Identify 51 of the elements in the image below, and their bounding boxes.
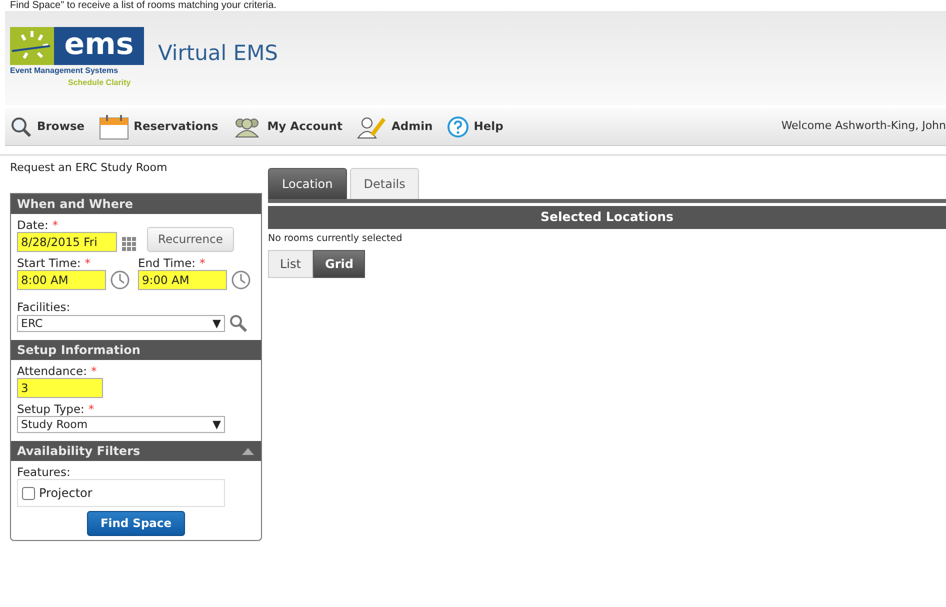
field-label: Start Time: xyxy=(17,256,81,270)
instruction-text: Find Space" to receive a list of rooms matching your criteria. xyxy=(9,0,278,11)
search-icon xyxy=(10,116,32,138)
calendar-icon xyxy=(98,114,129,140)
required-mark: * xyxy=(200,256,206,270)
person-pen-icon xyxy=(356,114,386,138)
welcome-text: Welcome Ashworth-King, John xyxy=(781,118,946,134)
checkbox[interactable] xyxy=(22,486,35,500)
input-field[interactable]: 8:00 AM xyxy=(17,270,106,290)
field-label: Features: xyxy=(17,465,72,479)
required-mark: * xyxy=(88,402,94,416)
field-label: Date: xyxy=(17,218,48,232)
logo-text: ems xyxy=(54,27,144,65)
tab[interactable]: Details xyxy=(350,168,420,199)
required-mark: * xyxy=(84,256,91,270)
calendar-grid-icon xyxy=(121,236,137,252)
field-label: End Time: xyxy=(138,256,196,270)
find-space-button[interactable]: Find Space xyxy=(87,511,185,536)
clock-icon xyxy=(110,270,130,290)
view-toggle-button[interactable]: Grid xyxy=(312,250,366,278)
logo-tagline: Event Management Systems xyxy=(10,65,118,77)
logo-burst-icon xyxy=(10,27,54,65)
collapse-icon xyxy=(241,446,255,456)
nav-link[interactable]: Browse xyxy=(10,116,85,138)
view-toggle-button[interactable]: List xyxy=(268,250,313,278)
nav-link[interactable]: Reservations xyxy=(98,114,218,140)
required-mark: * xyxy=(90,364,97,378)
field-label: Facilities: xyxy=(17,300,72,314)
nav-link[interactable]: My Account xyxy=(232,116,342,138)
field-label: Setup Type: xyxy=(17,402,84,416)
recurrence-button[interactable]: Recurrence xyxy=(147,226,234,252)
help-icon xyxy=(446,116,469,138)
logo-slogan: Schedule Clarity xyxy=(68,77,131,89)
section-header: Availability Filters xyxy=(17,443,140,459)
nav-link[interactable]: Help xyxy=(446,116,504,138)
input-field[interactable]: 9:00 AM xyxy=(138,270,227,290)
app-title: Virtual EMS xyxy=(158,40,278,68)
clock-icon xyxy=(231,270,251,290)
section-header: When and Where xyxy=(17,196,134,212)
input-field[interactable]: 8/28/2015 Fri xyxy=(17,232,117,252)
status-text: No rooms currently selected xyxy=(268,232,404,246)
field-label: Attendance: xyxy=(17,364,87,378)
section-header: Setup Information xyxy=(17,342,140,358)
search-icon xyxy=(229,314,247,332)
nav-link[interactable]: Admin xyxy=(356,114,433,138)
input-field[interactable]: 3 xyxy=(17,378,103,398)
page-title: Request an ERC Study Room xyxy=(10,160,168,176)
section-header: Selected Locations xyxy=(268,206,946,229)
tab[interactable]: Location xyxy=(268,168,347,199)
checkbox-label: Projector xyxy=(39,485,92,502)
required-mark: * xyxy=(52,218,58,232)
